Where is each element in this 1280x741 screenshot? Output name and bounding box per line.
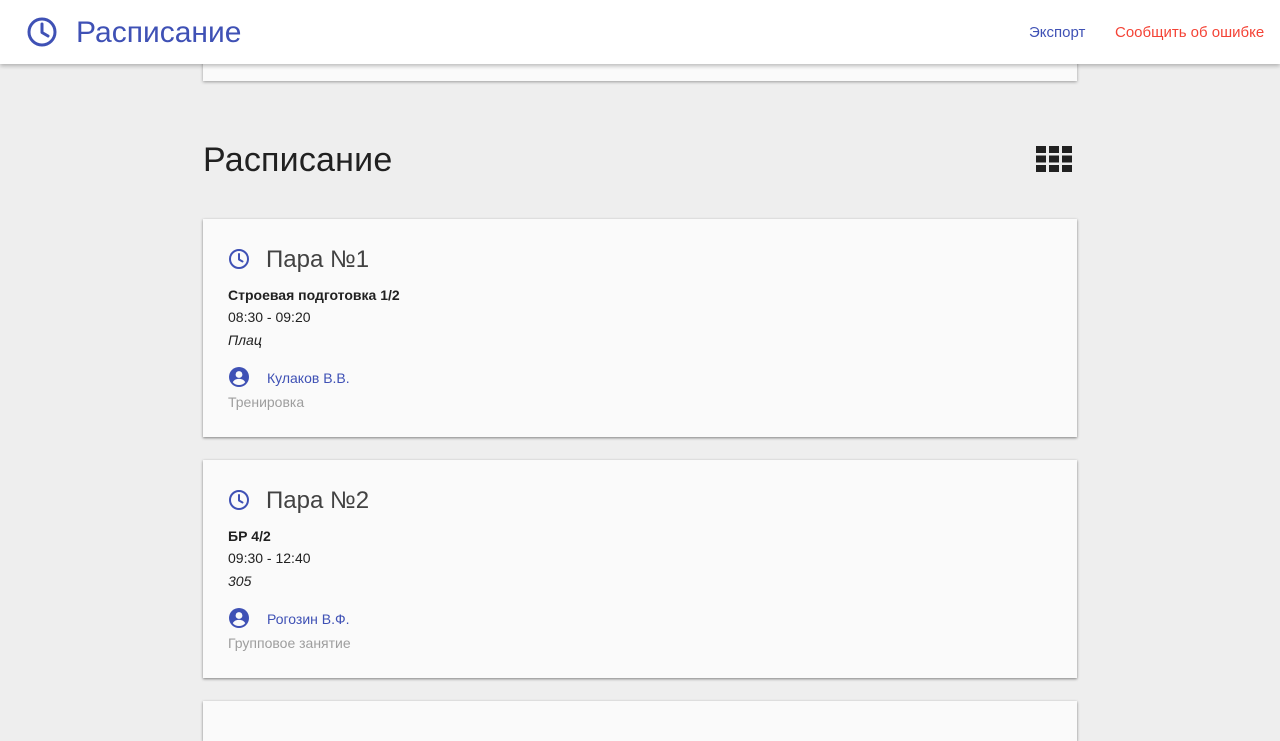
lesson-card: Пара №1 Строевая подготовка 1/2 08:30 - … xyxy=(203,219,1077,437)
grid-view-icon[interactable] xyxy=(1036,146,1072,172)
lesson-subject: БР 4/2 xyxy=(228,528,271,544)
clock-icon xyxy=(27,17,57,47)
lesson-room: 305 xyxy=(228,573,252,589)
lesson-title: Пара №2 xyxy=(266,487,370,514)
export-link[interactable]: Экспорт xyxy=(1029,23,1085,43)
account-icon xyxy=(229,608,249,628)
teacher-link[interactable]: Кулаков В.В. xyxy=(267,368,350,388)
lesson-title: Пара №1 xyxy=(266,246,370,273)
lesson-kind: Групповое занятие xyxy=(228,635,351,651)
clock-icon xyxy=(229,490,249,510)
lesson-room: Плац xyxy=(228,332,262,348)
app-title: Расписание xyxy=(76,16,242,49)
teacher-link[interactable]: Рогозин В.Ф. xyxy=(267,609,350,629)
report-error-link[interactable]: Сообщить об ошибке xyxy=(1115,23,1264,43)
lesson-time: 09:30 - 12:40 xyxy=(228,550,311,566)
lesson-kind: Тренировка xyxy=(228,394,305,410)
clock-icon xyxy=(229,249,249,269)
page-title: Расписание xyxy=(203,141,393,179)
lesson-time: 08:30 - 09:20 xyxy=(228,309,311,325)
lesson-card xyxy=(203,701,1077,741)
app-header: Расписание Экспорт Сообщить об ошибке xyxy=(0,0,1280,64)
account-icon xyxy=(229,367,249,387)
lesson-card: Пара №2 БР 4/2 09:30 - 12:40 305 Рогозин… xyxy=(203,460,1077,678)
lesson-subject: Строевая подготовка 1/2 xyxy=(228,287,400,303)
